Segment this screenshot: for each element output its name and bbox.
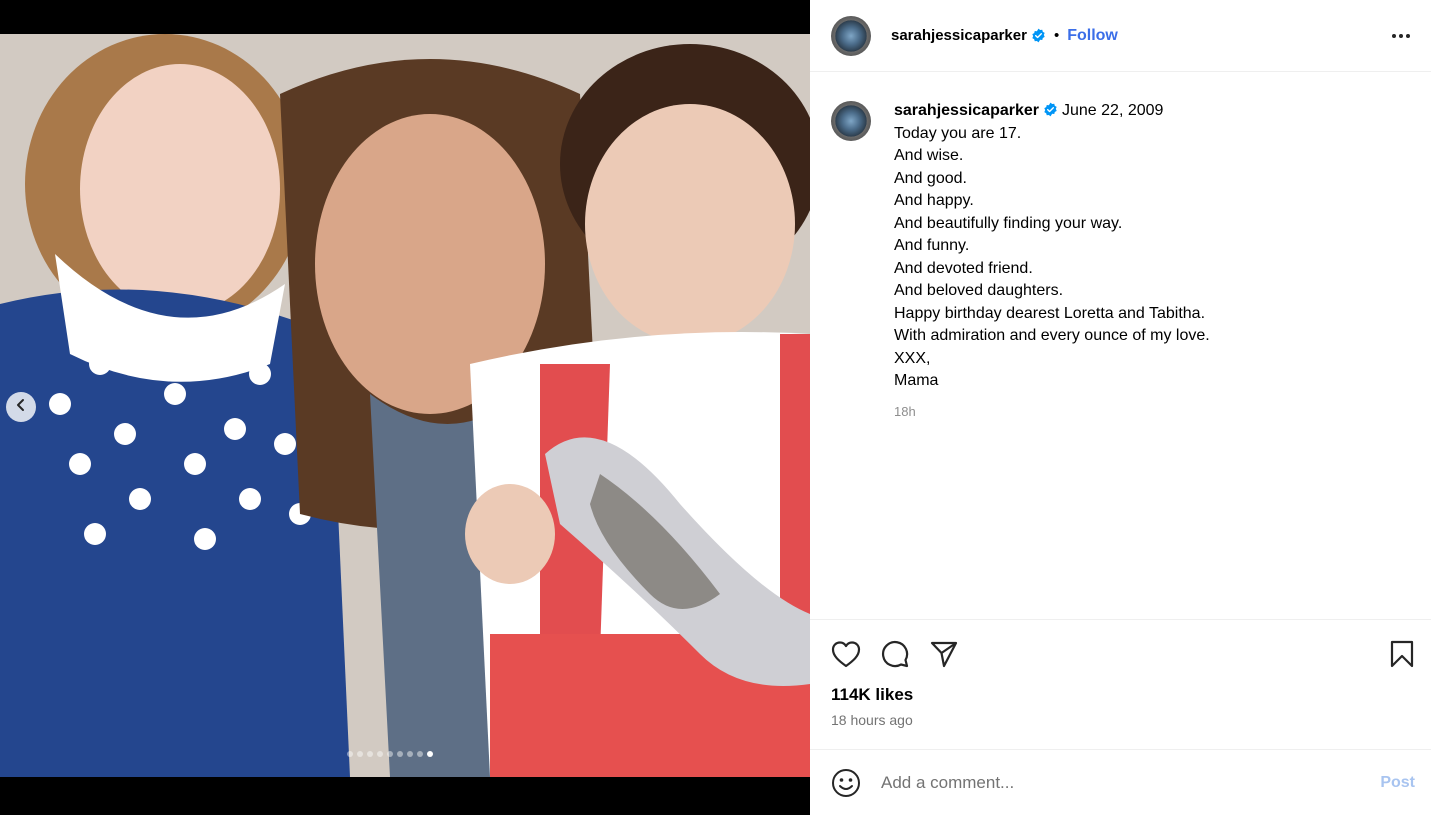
caption-line: With admiration and every ounce of my lo…	[894, 327, 1210, 344]
caption-line: And beautifully finding your way.	[894, 214, 1123, 232]
carousel-dot	[377, 751, 383, 757]
post-side-panel: sarahjessicaparker • Follow sarahjessica…	[810, 0, 1431, 815]
action-icon-row	[831, 638, 1417, 670]
carousel-dot	[387, 751, 393, 757]
caption-line: And devoted friend.	[894, 259, 1033, 277]
verified-badge-icon	[1043, 102, 1058, 117]
share-send-icon[interactable]	[929, 639, 959, 669]
follow-button[interactable]: Follow	[1067, 27, 1118, 45]
caption-body: sarahjessicaparker June 22, 2009 Today yo…	[894, 100, 1210, 423]
carousel-dot	[367, 751, 373, 757]
likes-count[interactable]: 114K likes	[831, 685, 1417, 705]
carousel-dot	[427, 751, 433, 757]
post-comment-button[interactable]: Post	[1380, 774, 1415, 792]
post-actions: 114K likes 18 hours ago	[810, 619, 1431, 728]
post-header: sarahjessicaparker • Follow	[810, 0, 1431, 72]
verified-badge-icon	[1031, 28, 1046, 43]
caption-username[interactable]: sarahjessicaparker	[894, 102, 1039, 119]
comment-bar: Post	[810, 749, 1431, 815]
comment-input[interactable]	[881, 772, 1381, 793]
caption-line: And good.	[894, 169, 967, 187]
carousel-dot	[347, 751, 353, 757]
post-media	[0, 0, 810, 815]
comment-bubble-icon[interactable]	[880, 639, 910, 669]
carousel-dot	[417, 751, 423, 757]
caption-line: Today you are 17.	[894, 124, 1022, 142]
caption-line: XXX,	[894, 349, 931, 367]
caption-line: Mama	[894, 372, 939, 389]
carousel-dots	[347, 751, 433, 757]
post-photo[interactable]	[0, 34, 810, 777]
caption-header: sarahjessicaparker June 22, 2009	[894, 100, 1210, 123]
caption-line: And wise.	[894, 147, 964, 164]
author-username[interactable]: sarahjessicaparker	[891, 27, 1027, 44]
caption-line: And happy.	[894, 192, 974, 209]
save-bookmark-icon[interactable]	[1387, 639, 1417, 669]
caption-line: And funny.	[894, 237, 970, 254]
carousel-dot	[407, 751, 413, 757]
caption-time-ago[interactable]: 18h	[894, 401, 1210, 424]
caption-date: June 22, 2009	[1062, 102, 1164, 119]
posted-time: 18 hours ago	[831, 712, 913, 728]
header-separator: •	[1053, 27, 1060, 44]
emoji-smiley-icon[interactable]	[831, 768, 861, 798]
carousel-dot	[397, 751, 403, 757]
carousel-prev-button[interactable]	[6, 392, 36, 422]
profile-avatar-icon[interactable]	[831, 15, 871, 56]
more-options-icon[interactable]	[1389, 24, 1413, 48]
carousel-dot	[357, 751, 363, 757]
post-caption: sarahjessicaparker June 22, 2009 Today yo…	[831, 100, 1415, 423]
caption-avatar-icon[interactable]	[831, 101, 871, 141]
caption-line: And beloved daughters.	[894, 282, 1064, 299]
like-heart-icon[interactable]	[831, 639, 861, 669]
caption-line: Happy birthday dearest Loretta and Tabit…	[894, 304, 1206, 322]
chevron-left-icon	[14, 398, 28, 417]
